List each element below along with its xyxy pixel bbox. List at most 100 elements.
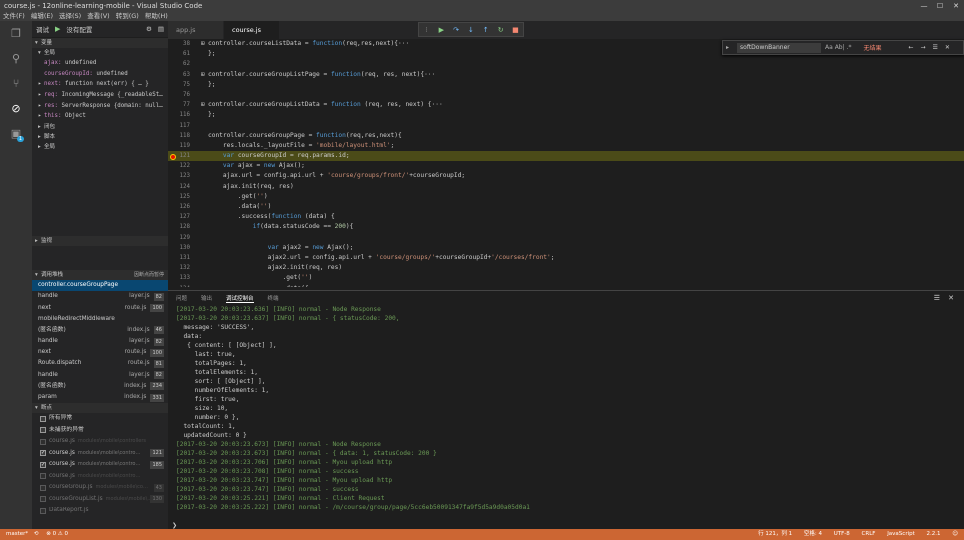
- code-line[interactable]: 122 var ajax = new Ajax();: [168, 161, 964, 171]
- code-line[interactable]: 123 ajax.url = config.api.url + 'course/…: [168, 171, 964, 181]
- repl-icon[interactable]: ▤: [158, 25, 164, 33]
- callstack-frame[interactable]: next route.js 100: [32, 303, 168, 314]
- breakpoint-checkbox[interactable]: [40, 427, 46, 434]
- feedback-icon[interactable]: ☺: [952, 531, 958, 537]
- code-line[interactable]: 117: [168, 121, 964, 131]
- explorer-icon[interactable]: ❐: [0, 21, 32, 46]
- callstack-frame[interactable]: handle layer.js 82: [32, 370, 168, 381]
- callstack-frame[interactable]: (匿名函数) index.js 234: [32, 381, 168, 392]
- panel-tab[interactable]: 问题: [176, 294, 187, 302]
- callstack-frame[interactable]: handle layer.js 82: [32, 336, 168, 347]
- fold-icon[interactable]: [201, 192, 208, 202]
- breakpoint-checkbox[interactable]: [40, 473, 46, 480]
- search-icon[interactable]: ⚲: [0, 46, 32, 71]
- tab-app-js[interactable]: app.js: [168, 21, 223, 39]
- next-match-icon[interactable]: →: [920, 44, 925, 51]
- breakpoint-checkbox[interactable]: [40, 484, 46, 491]
- breakpoint-item[interactable]: course.js modules\mobile\contro…: [32, 471, 168, 483]
- fold-icon[interactable]: [201, 90, 208, 100]
- variables-header[interactable]: ▾ 变量: [32, 38, 168, 48]
- code-line[interactable]: 118 controller.courseGroupPage = function…: [168, 131, 964, 141]
- restart-icon[interactable]: ↻: [495, 26, 507, 34]
- previous-match-icon[interactable]: ←: [908, 44, 913, 51]
- step-over-icon[interactable]: ↷: [450, 26, 462, 34]
- callstack-frame[interactable]: mobileRedirectMiddleware: [32, 314, 168, 325]
- menu-item[interactable]: 选择(S): [56, 12, 84, 21]
- closure-scope-header[interactable]: ▸ 闭包: [32, 122, 168, 132]
- fold-icon[interactable]: [201, 171, 208, 181]
- cursor-position[interactable]: 行 121，列 1: [758, 531, 792, 537]
- menu-item[interactable]: 查看(V): [84, 12, 113, 21]
- fold-icon[interactable]: [201, 182, 208, 192]
- watch-header[interactable]: ▸ 监视: [32, 236, 168, 247]
- breakpoint-icon[interactable]: [170, 153, 176, 160]
- breakpoint-item[interactable]: courseGroup.js modules\mobile\co… 43: [32, 482, 168, 494]
- fold-icon[interactable]: ⊞: [201, 100, 208, 110]
- variable-row[interactable]: ▸ next: function next(err) { … }: [32, 79, 168, 90]
- breakpoint-item[interactable]: course.js modules\mobile\controllers: [32, 436, 168, 448]
- callstack-frame[interactable]: next route.js 100: [32, 347, 168, 358]
- fold-icon[interactable]: [201, 161, 208, 171]
- fold-icon[interactable]: ⊞: [201, 70, 208, 80]
- code-line[interactable]: 130 var ajax2 = new Ajax();: [168, 243, 964, 253]
- close-button[interactable]: ✕: [948, 0, 964, 12]
- fold-icon[interactable]: [201, 243, 208, 253]
- fold-icon[interactable]: [201, 222, 208, 232]
- code-line[interactable]: 128 if(data.statusCode == 200){: [168, 222, 964, 232]
- code-line[interactable]: 132 ajax2.init(req, res): [168, 263, 964, 273]
- find-input[interactable]: softDownBanner: [737, 42, 822, 53]
- code-line[interactable]: 77 ⊞ controller.courseGroupListData = func…: [168, 100, 964, 110]
- line-ending[interactable]: CRLF: [862, 531, 876, 537]
- sync-icon[interactable]: ⟲: [34, 531, 39, 537]
- indentation[interactable]: 空格: 4: [804, 531, 822, 537]
- gear-icon[interactable]: ⚙: [146, 25, 152, 33]
- fold-icon[interactable]: [201, 59, 208, 69]
- fold-icon[interactable]: [201, 49, 208, 59]
- code-line[interactable]: 127 .success(function (data) {: [168, 212, 964, 222]
- panel-tab[interactable]: 终端: [268, 294, 279, 302]
- git-branch[interactable]: master*: [6, 531, 28, 537]
- fold-icon[interactable]: [201, 253, 208, 263]
- continue-icon[interactable]: ▶: [435, 26, 447, 34]
- fold-icon[interactable]: [201, 121, 208, 131]
- console-prompt[interactable]: ❯: [172, 522, 177, 529]
- code-line[interactable]: 125 .get(''): [168, 192, 964, 202]
- menu-item[interactable]: 转到(G): [113, 12, 142, 21]
- callstack-header[interactable]: ▾ 调用堆栈 因断点而暂停: [32, 270, 168, 281]
- breakpoint-checkbox[interactable]: [40, 415, 46, 422]
- config-select[interactable]: 没有配置: [66, 24, 92, 34]
- panel-maximize-icon[interactable]: ☰: [934, 294, 940, 302]
- code-line[interactable]: 76: [168, 90, 964, 100]
- fold-icon[interactable]: [201, 263, 208, 273]
- menu-item[interactable]: 编辑(E): [28, 12, 56, 21]
- fold-icon[interactable]: ⊞: [201, 39, 208, 49]
- code-line[interactable]: 131 ajax2.url = config.api.url + 'course…: [168, 253, 964, 263]
- variable-row[interactable]: courseGroupId: undefined: [32, 69, 168, 80]
- breakpoint-item[interactable]: ✓ course.js modules\mobile\contro… 121: [32, 448, 168, 460]
- find-in-selection-icon[interactable]: ☰: [933, 44, 938, 51]
- close-find-icon[interactable]: ✕: [945, 44, 950, 51]
- tab-course-js[interactable]: course.js: [224, 21, 279, 39]
- code-line[interactable]: 62: [168, 59, 964, 69]
- toggle-replace-icon[interactable]: ▸: [726, 44, 729, 51]
- fold-icon[interactable]: [201, 212, 208, 222]
- extensions-icon[interactable]: ▣ 1: [0, 121, 32, 146]
- script-scope-header[interactable]: ▸ 脚本: [32, 132, 168, 142]
- breakpoint-checkbox[interactable]: [40, 438, 46, 445]
- breakpoint-item[interactable]: 所有异常: [32, 413, 168, 425]
- code-line[interactable]: 124 ajax.init(req, res): [168, 182, 964, 192]
- menu-item[interactable]: 帮助(H): [142, 12, 171, 21]
- step-into-icon[interactable]: ↓: [465, 26, 477, 34]
- callstack-frame[interactable]: Route.dispatch route.js 81: [32, 358, 168, 369]
- fold-icon[interactable]: [201, 202, 208, 212]
- variable-row[interactable]: ▸ res: ServerResponse {domain: null…: [32, 101, 168, 112]
- breakpoint-item[interactable]: 未捕获的异常: [32, 425, 168, 437]
- variable-row[interactable]: ▸ req: IncomingMessage {_readableSt…: [32, 90, 168, 101]
- source-control-icon[interactable]: ⑂: [0, 71, 32, 96]
- code-line[interactable]: 129: [168, 233, 964, 243]
- panel-tab[interactable]: 调试控制台: [226, 294, 254, 303]
- minimize-button[interactable]: —: [916, 0, 932, 12]
- language-mode[interactable]: JavaScript: [887, 531, 915, 537]
- fold-icon[interactable]: [201, 273, 208, 283]
- find-options[interactable]: Aa Ab| .*: [825, 44, 851, 51]
